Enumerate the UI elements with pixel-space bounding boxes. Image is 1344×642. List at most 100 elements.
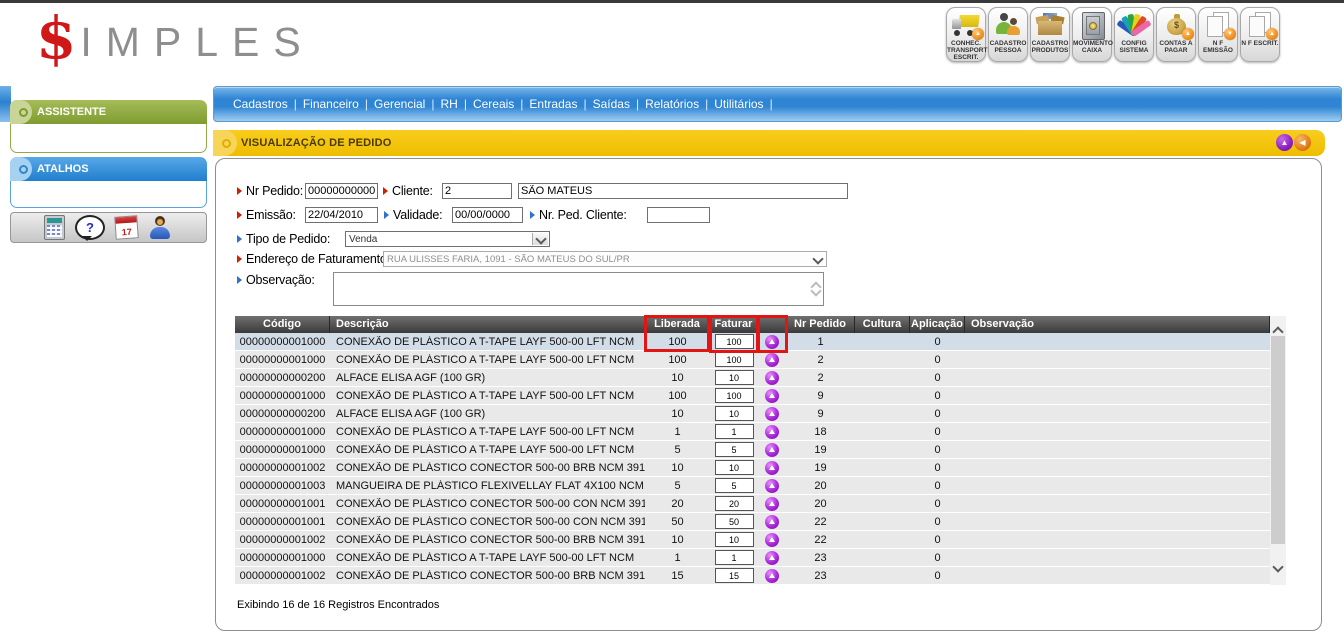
table-row[interactable]: 00000000000200 ALFACE ELISA AGF (100 GR)… — [235, 369, 1286, 387]
dropdown-button[interactable] — [532, 233, 548, 245]
toolbar-button-config-sistema[interactable]: CONFIG SISTEMA — [1114, 7, 1154, 62]
transfer-orb-button[interactable] — [765, 569, 779, 583]
col-header-observacao[interactable]: Observação — [965, 316, 1270, 333]
table-row[interactable]: 00000000001001 CONEXÃO DE PLÁSTICO CONEC… — [235, 513, 1286, 531]
menu-item-cadastros[interactable]: Cadastros — [233, 97, 288, 111]
menu-item-gerencial[interactable]: Gerencial — [374, 97, 425, 111]
toolbar-button-nf-emissao[interactable]: ▼ N F EMISSÃO — [1198, 7, 1238, 62]
table-row[interactable]: 00000000001002 CONEXÃO DE PLÁSTICO CONEC… — [235, 531, 1286, 549]
cell-codigo: 00000000000200 — [235, 372, 330, 384]
help-icon[interactable]: ? — [75, 215, 105, 240]
faturar-input[interactable] — [715, 352, 754, 367]
faturar-input[interactable] — [715, 334, 754, 349]
nr-pedido-label: Nr Pedido: — [246, 184, 303, 198]
toolbar-button-contas-a-pagar[interactable]: $ ▲ CONTAS A PAGAR — [1156, 7, 1196, 62]
scrollbar-down-icon[interactable] — [1274, 558, 1282, 576]
menu-item-cereais[interactable]: Cereais — [473, 97, 514, 111]
collapse-up-button[interactable]: ▲ — [1276, 134, 1293, 151]
faturar-input[interactable] — [715, 460, 754, 475]
col-header-nr-pedido[interactable]: Nr Pedido — [786, 316, 855, 333]
toolbar-button-conhec-transporte[interactable]: ▲ CONHEC. TRANSPORTE ESCRIT. — [946, 7, 986, 62]
cell-aplicacao: 0 — [910, 516, 965, 528]
faturar-input[interactable] — [715, 406, 754, 421]
toolbar-button-movimento-caixa[interactable]: MOVIMENTO CAIXA — [1072, 7, 1112, 62]
transfer-orb-button[interactable] — [765, 479, 779, 493]
atalhos-panel-header[interactable]: ATALHOS — [10, 157, 207, 181]
faturar-input[interactable] — [715, 550, 754, 565]
cell-faturar — [710, 460, 758, 475]
transfer-orb-button[interactable] — [765, 371, 779, 385]
tipo-pedido-select[interactable]: Venda — [345, 231, 550, 247]
table-row[interactable]: 00000000000200 ALFACE ELISA AGF (100 GR)… — [235, 405, 1286, 423]
table-row[interactable]: 00000000001000 CONEXÃO DE PLÁSTICO A T-T… — [235, 387, 1286, 405]
transfer-orb-button[interactable] — [765, 353, 779, 367]
cell-liberada: 5 — [645, 444, 710, 456]
menu-item-entradas[interactable]: Entradas — [529, 97, 577, 111]
transfer-orb-button[interactable] — [765, 533, 779, 547]
menu-item-rh[interactable]: RH — [440, 97, 457, 111]
back-button[interactable]: ◀ — [1294, 134, 1311, 151]
assistente-panel-header[interactable]: ASSISTENTE — [10, 100, 207, 124]
table-row[interactable]: 00000000001001 CONEXÃO DE PLÁSTICO CONEC… — [235, 495, 1286, 513]
endereco-select[interactable]: RUA ULISSES FARIA, 1091 - SÃO MATEUS DO … — [383, 251, 827, 267]
col-header-cultura[interactable]: Cultura — [855, 316, 910, 333]
faturar-input[interactable] — [715, 388, 754, 403]
table-row[interactable]: 00000000001000 CONEXÃO DE PLÁSTICO A T-T… — [235, 423, 1286, 441]
faturar-input[interactable] — [715, 424, 754, 439]
faturar-input[interactable] — [715, 568, 754, 583]
dropdown-button[interactable] — [810, 253, 825, 265]
toolbar-button-cadastro-produtos[interactable]: CADASTRO PRODUTOS — [1030, 7, 1070, 62]
menu-item-saídas[interactable]: Saídas — [593, 97, 630, 111]
col-header-descricao[interactable]: Descrição — [330, 316, 645, 333]
transfer-orb-button[interactable] — [765, 515, 779, 529]
faturar-input[interactable] — [715, 514, 754, 529]
table-row[interactable]: 00000000001000 CONEXÃO DE PLÁSTICO A T-T… — [235, 549, 1286, 567]
cliente-code-input[interactable] — [442, 183, 512, 199]
menu-separator: | — [365, 97, 368, 111]
emissao-input[interactable] — [305, 207, 378, 223]
faturar-input[interactable] — [715, 370, 754, 385]
table-row[interactable]: 00000000001002 CONEXÃO DE PLÁSTICO CONEC… — [235, 567, 1286, 585]
faturar-input[interactable] — [715, 496, 754, 511]
toolbar-button-nf-escrit[interactable]: ▲ N F ESCRIT. — [1240, 7, 1280, 62]
cell-aplicacao: 0 — [910, 462, 965, 474]
table-row[interactable]: 00000000001000 CONEXÃO DE PLÁSTICO A T-T… — [235, 441, 1286, 459]
transfer-orb-button[interactable] — [765, 443, 779, 457]
transfer-orb-button[interactable] — [765, 407, 779, 421]
table-row[interactable]: 00000000001000 CONEXÃO DE PLÁSTICO A T-T… — [235, 351, 1286, 369]
table-row[interactable]: 00000000001003 MANGUEIRA DE PLÁSTICO FLE… — [235, 477, 1286, 495]
scroll-down-icon[interactable] — [812, 282, 820, 300]
col-header-codigo[interactable]: Código — [235, 316, 330, 333]
col-header-liberada[interactable]: Liberada — [645, 316, 710, 333]
transfer-orb-button[interactable] — [765, 461, 779, 475]
transfer-orb-button[interactable] — [765, 551, 779, 565]
col-header-faturar[interactable]: Faturar — [710, 316, 758, 333]
cell-faturar — [710, 406, 758, 421]
transfer-orb-button[interactable] — [765, 497, 779, 511]
cliente-name-input[interactable] — [518, 183, 848, 199]
cell-aplicacao: 0 — [910, 570, 965, 582]
table-row[interactable]: 00000000001002 CONEXÃO DE PLÁSTICO CONEC… — [235, 459, 1286, 477]
transfer-orb-button[interactable] — [765, 389, 779, 403]
col-header-aplicacao[interactable]: Aplicação — [910, 316, 965, 333]
transfer-orb-button[interactable] — [765, 335, 779, 349]
menu-item-financeiro[interactable]: Financeiro — [303, 97, 359, 111]
calculator-icon[interactable] — [44, 215, 65, 240]
table-row[interactable]: 00000000001000 CONEXÃO DE PLÁSTICO A T-T… — [235, 333, 1286, 351]
user-icon[interactable] — [148, 216, 172, 240]
nr-pedido-input[interactable] — [305, 183, 378, 199]
cell-codigo: 00000000001001 — [235, 516, 330, 528]
scrollbar-thumb[interactable] — [1271, 336, 1285, 544]
nr-ped-cliente-input[interactable] — [647, 207, 710, 223]
faturar-input[interactable] — [715, 478, 754, 493]
transfer-orb-button[interactable] — [765, 425, 779, 439]
faturar-input[interactable] — [715, 532, 754, 547]
faturar-input[interactable] — [715, 442, 754, 457]
calendar-icon[interactable]: 17 — [114, 215, 139, 240]
menu-item-utilitários[interactable]: Utilitários — [714, 97, 763, 111]
menu-item-relatórios[interactable]: Relatórios — [645, 97, 699, 111]
table-scrollbar[interactable] — [1270, 316, 1286, 585]
observacao-textarea[interactable] — [333, 272, 824, 306]
toolbar-button-cadastro-pessoa[interactable]: CADASTRO PESSOA — [988, 7, 1028, 62]
validade-input[interactable] — [452, 207, 523, 223]
